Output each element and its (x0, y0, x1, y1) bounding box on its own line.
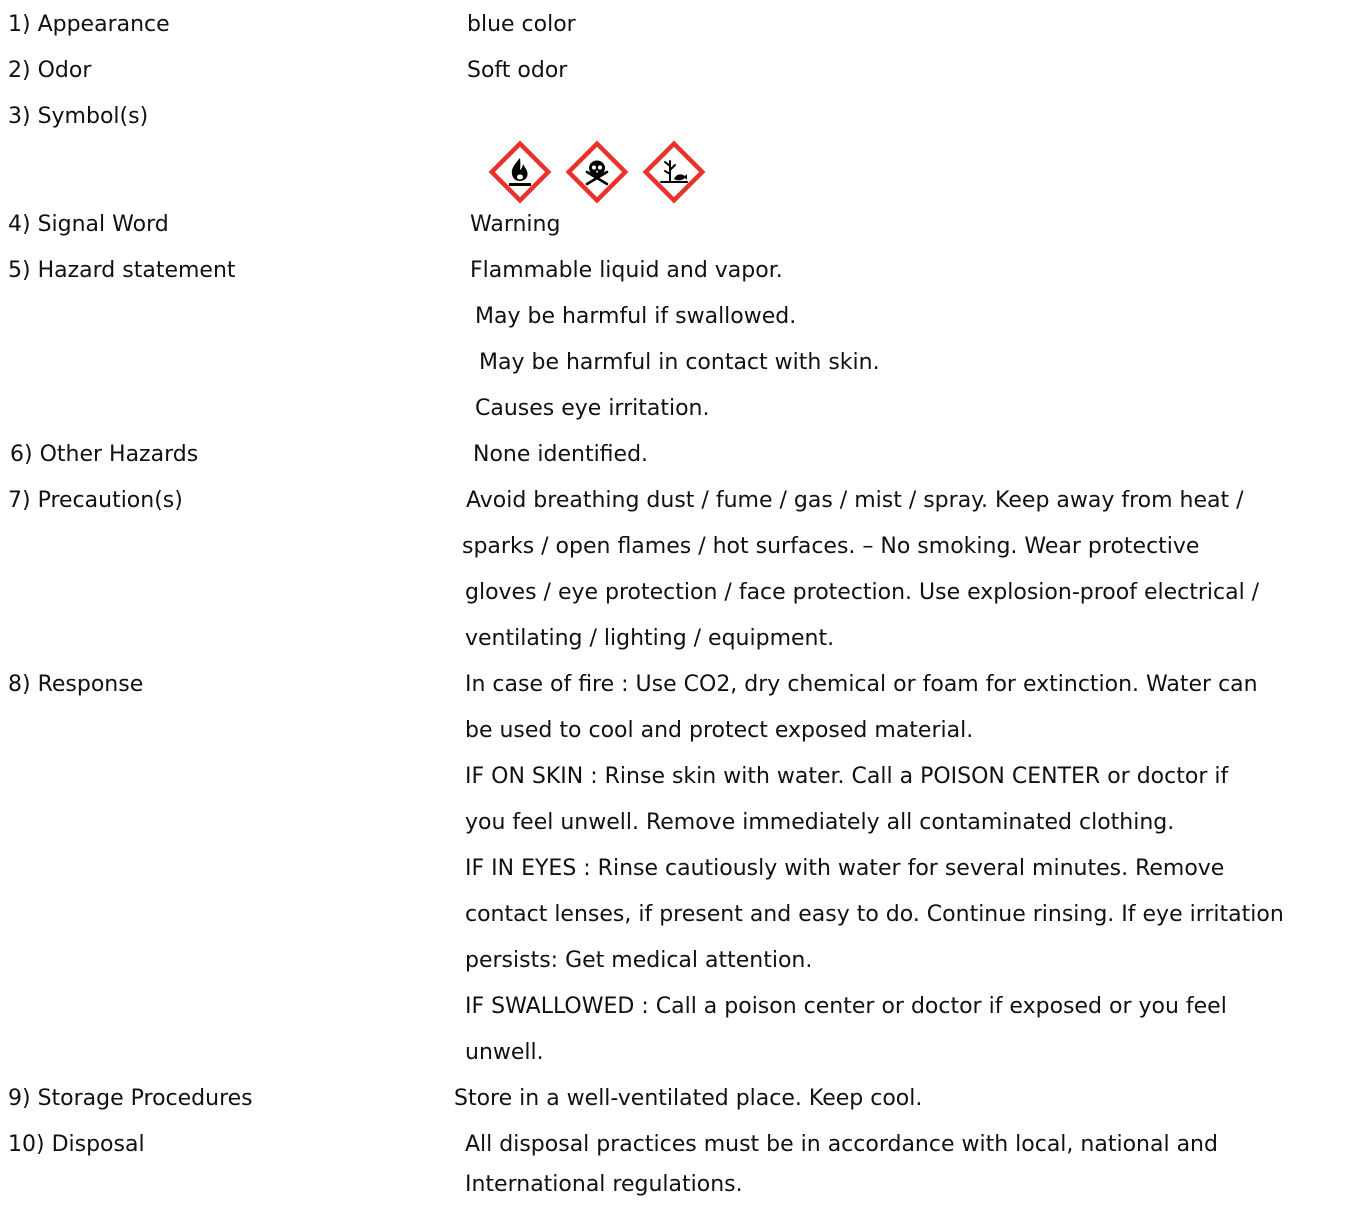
precautions-label: 7) Precaution(s) (8, 488, 183, 513)
disposal-label: 10) Disposal (8, 1132, 145, 1157)
response-line: IF IN EYES : Rinse cautiously with water… (465, 856, 1225, 881)
flame-icon (488, 140, 552, 204)
disposal-line: All disposal practices must be in accord… (465, 1132, 1218, 1157)
appearance-value: blue color (467, 12, 576, 37)
odor-label: 2) Odor (8, 58, 92, 83)
other-hazards-value: None identified. (473, 442, 649, 467)
response-line: IF ON SKIN : Rinse skin with water. Call… (465, 764, 1229, 789)
precautions-line: gloves / eye protection / face protectio… (465, 580, 1260, 605)
odor-value: Soft odor (467, 58, 568, 83)
appearance-label: 1) Appearance (8, 12, 170, 37)
response-line: unwell. (465, 1040, 544, 1065)
response-line: be used to cool and protect exposed mate… (465, 718, 974, 743)
response-line: contact lenses, if present and easy to d… (465, 902, 1284, 927)
skull-crossbones-icon (565, 140, 629, 204)
hazard-statement-line: Causes eye irritation. (475, 396, 710, 421)
response-label: 8) Response (8, 672, 144, 697)
hazard-statement-label: 5) Hazard statement (8, 258, 236, 283)
msds-hazard-section: { "rows": { "appearance": { "label": "1)… (0, 0, 1370, 1207)
disposal-line: International regulations. (465, 1172, 743, 1197)
precautions-line: Avoid breathing dust / fume / gas / mist… (466, 488, 1244, 513)
response-line: IF SWALLOWED : Call a poison center or d… (465, 994, 1227, 1019)
hazard-statement-line: May be harmful if swallowed. (475, 304, 797, 329)
storage-value: Store in a well-ventilated place. Keep c… (454, 1086, 923, 1111)
hazard-statement-line: Flammable liquid and vapor. (470, 258, 783, 283)
precautions-line: ventilating / lighting / equipment. (465, 626, 835, 651)
response-line: persists: Get medical attention. (465, 948, 813, 973)
symbols-label: 3) Symbol(s) (8, 104, 149, 129)
precautions-line: sparks / open flames / hot surfaces. – N… (462, 534, 1200, 559)
hazard-statement-line: May be harmful in contact with skin. (479, 350, 880, 375)
response-line: In case of fire : Use CO2, dry chemical … (465, 672, 1258, 697)
environment-hazard-icon (642, 140, 706, 204)
signal-word-value: Warning (470, 212, 561, 237)
response-line: you feel unwell. Remove immediately all … (465, 810, 1175, 835)
signal-word-label: 4) Signal Word (8, 212, 169, 237)
storage-label: 9) Storage Procedures (8, 1086, 253, 1111)
other-hazards-label: 6) Other Hazards (10, 442, 199, 467)
